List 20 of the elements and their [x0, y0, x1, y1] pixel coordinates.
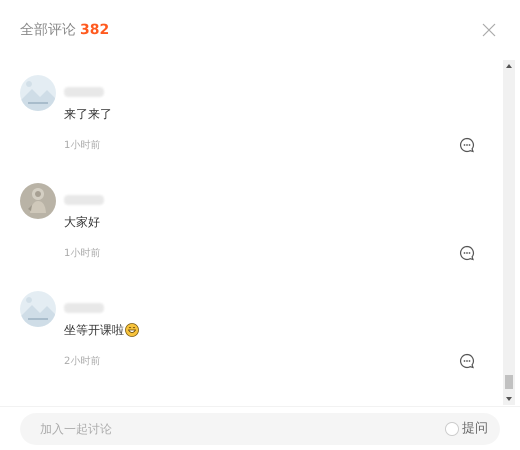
comment-count: 382: [80, 20, 110, 40]
comment-text: 大家好: [64, 214, 100, 231]
scroll-up-icon[interactable]: [506, 64, 512, 68]
discussion-field[interactable]: 加入一起讨论: [40, 420, 445, 438]
scrollbar[interactable]: [503, 60, 515, 405]
reply-icon[interactable]: [459, 353, 475, 369]
comment-time: 1小时前: [64, 246, 100, 260]
question-checkbox[interactable]: [445, 422, 459, 436]
comment-text: 坐等开课啦: [64, 322, 124, 339]
scroll-down-icon[interactable]: [506, 397, 512, 401]
grinning-face-icon: [125, 323, 139, 337]
comment-time: 1小时前: [64, 138, 100, 152]
reply-icon[interactable]: [459, 245, 475, 261]
scrollbar-thumb[interactable]: [505, 375, 513, 389]
question-label: 提问: [462, 420, 488, 438]
comment-input[interactable]: 加入一起讨论 提问: [20, 412, 500, 444]
comment-text: 来了来了: [64, 106, 112, 123]
comment-time: 2小时前: [64, 354, 100, 368]
comments-title: 全部评论: [20, 20, 76, 40]
reply-icon[interactable]: [459, 137, 475, 153]
